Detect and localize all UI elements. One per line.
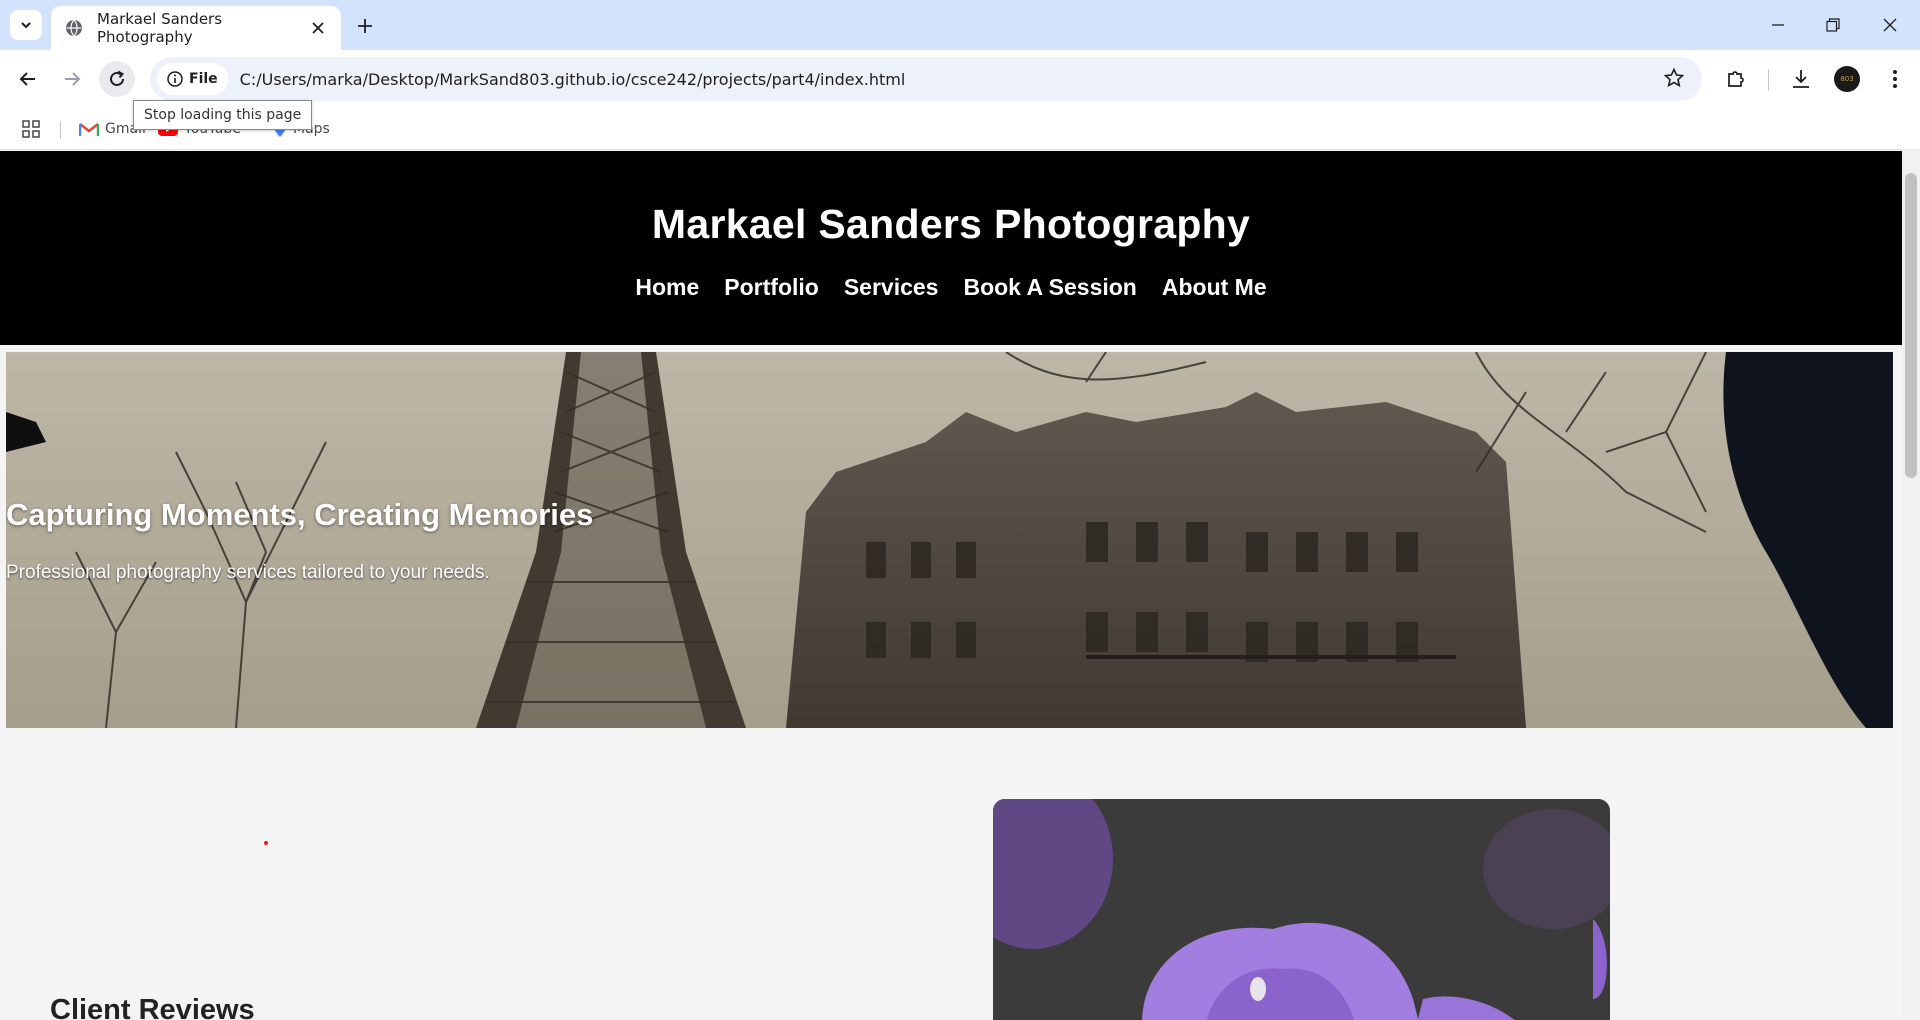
address-bar[interactable]: File C:/Users/marka/Desktop/MarkSand803.… (150, 57, 1702, 101)
featured-photo-card (993, 799, 1610, 1020)
bookmark-star-icon[interactable] (1663, 67, 1685, 93)
toolbar-divider (1768, 69, 1769, 91)
arrow-left-icon (19, 72, 35, 86)
site-header: Markael Sanders Photography Home Portfol… (0, 151, 1902, 345)
site-nav: Home Portfolio Services Book A Session A… (0, 274, 1902, 301)
nav-home[interactable]: Home (635, 274, 699, 301)
nav-about-me[interactable]: About Me (1162, 274, 1267, 301)
gmail-icon (79, 122, 99, 136)
arrow-right-icon (65, 72, 81, 86)
hero-subtitle: Professional photography services tailor… (6, 562, 490, 583)
page-viewport: Markael Sanders Photography Home Portfol… (0, 151, 1902, 1020)
bookmarks-divider (60, 121, 61, 139)
extensions-button[interactable] (1721, 64, 1751, 94)
hero-banner: Capturing Moments, Creating Memories Pro… (6, 352, 1893, 728)
tab-strip: Markael Sanders Photography (0, 0, 1920, 50)
download-icon (1793, 70, 1809, 88)
site-info-chip[interactable]: File (157, 63, 228, 95)
new-tab-button[interactable] (352, 13, 378, 39)
active-tab[interactable]: Markael Sanders Photography (51, 6, 341, 50)
info-icon (167, 71, 183, 87)
downloads-button[interactable] (1786, 64, 1816, 94)
browser-menu-button[interactable] (1880, 64, 1910, 94)
apps-button[interactable] (22, 116, 40, 142)
reload-tooltip: Stop loading this page (133, 100, 313, 130)
hero-paris-image (6, 352, 1893, 728)
forward-button[interactable] (54, 61, 90, 97)
site-title: Markael Sanders Photography (651, 201, 1251, 247)
tab-close-icon[interactable] (307, 17, 329, 39)
close-icon (1883, 18, 1897, 32)
nav-services[interactable]: Services (844, 274, 939, 301)
file-chip-label: File (189, 71, 218, 87)
red-dot-marker (264, 841, 268, 845)
reload-button[interactable] (99, 61, 135, 97)
kebab-menu-icon (1893, 70, 1897, 88)
tab-title: Markael Sanders Photography (97, 10, 223, 46)
client-reviews-heading: Client Reviews (50, 994, 255, 1020)
scrollbar-thumb[interactable] (1905, 173, 1917, 478)
minimize-button[interactable] (1756, 8, 1800, 42)
nav-book-a-session[interactable]: Book A Session (963, 274, 1136, 301)
tab-search-button[interactable] (10, 10, 42, 40)
url-text[interactable]: C:/Users/marka/Desktop/MarkSand803.githu… (240, 70, 906, 89)
globe-icon (66, 19, 82, 37)
hero-title: Capturing Moments, Creating Memories (6, 497, 594, 532)
back-button[interactable] (10, 61, 46, 97)
nav-portfolio[interactable]: Portfolio (724, 274, 819, 301)
minimize-icon (1772, 24, 1784, 26)
chevron-down-icon (21, 22, 31, 29)
puzzle-icon (1728, 71, 1744, 87)
apps-grid-icon (22, 120, 40, 138)
plus-icon (358, 19, 372, 33)
close-window-button[interactable] (1868, 8, 1912, 42)
restore-icon (1826, 18, 1840, 32)
reload-icon (110, 70, 125, 86)
profile-avatar[interactable]: 803 (1834, 66, 1860, 92)
purple-flower-image (993, 799, 1610, 1020)
restore-button[interactable] (1811, 8, 1855, 42)
